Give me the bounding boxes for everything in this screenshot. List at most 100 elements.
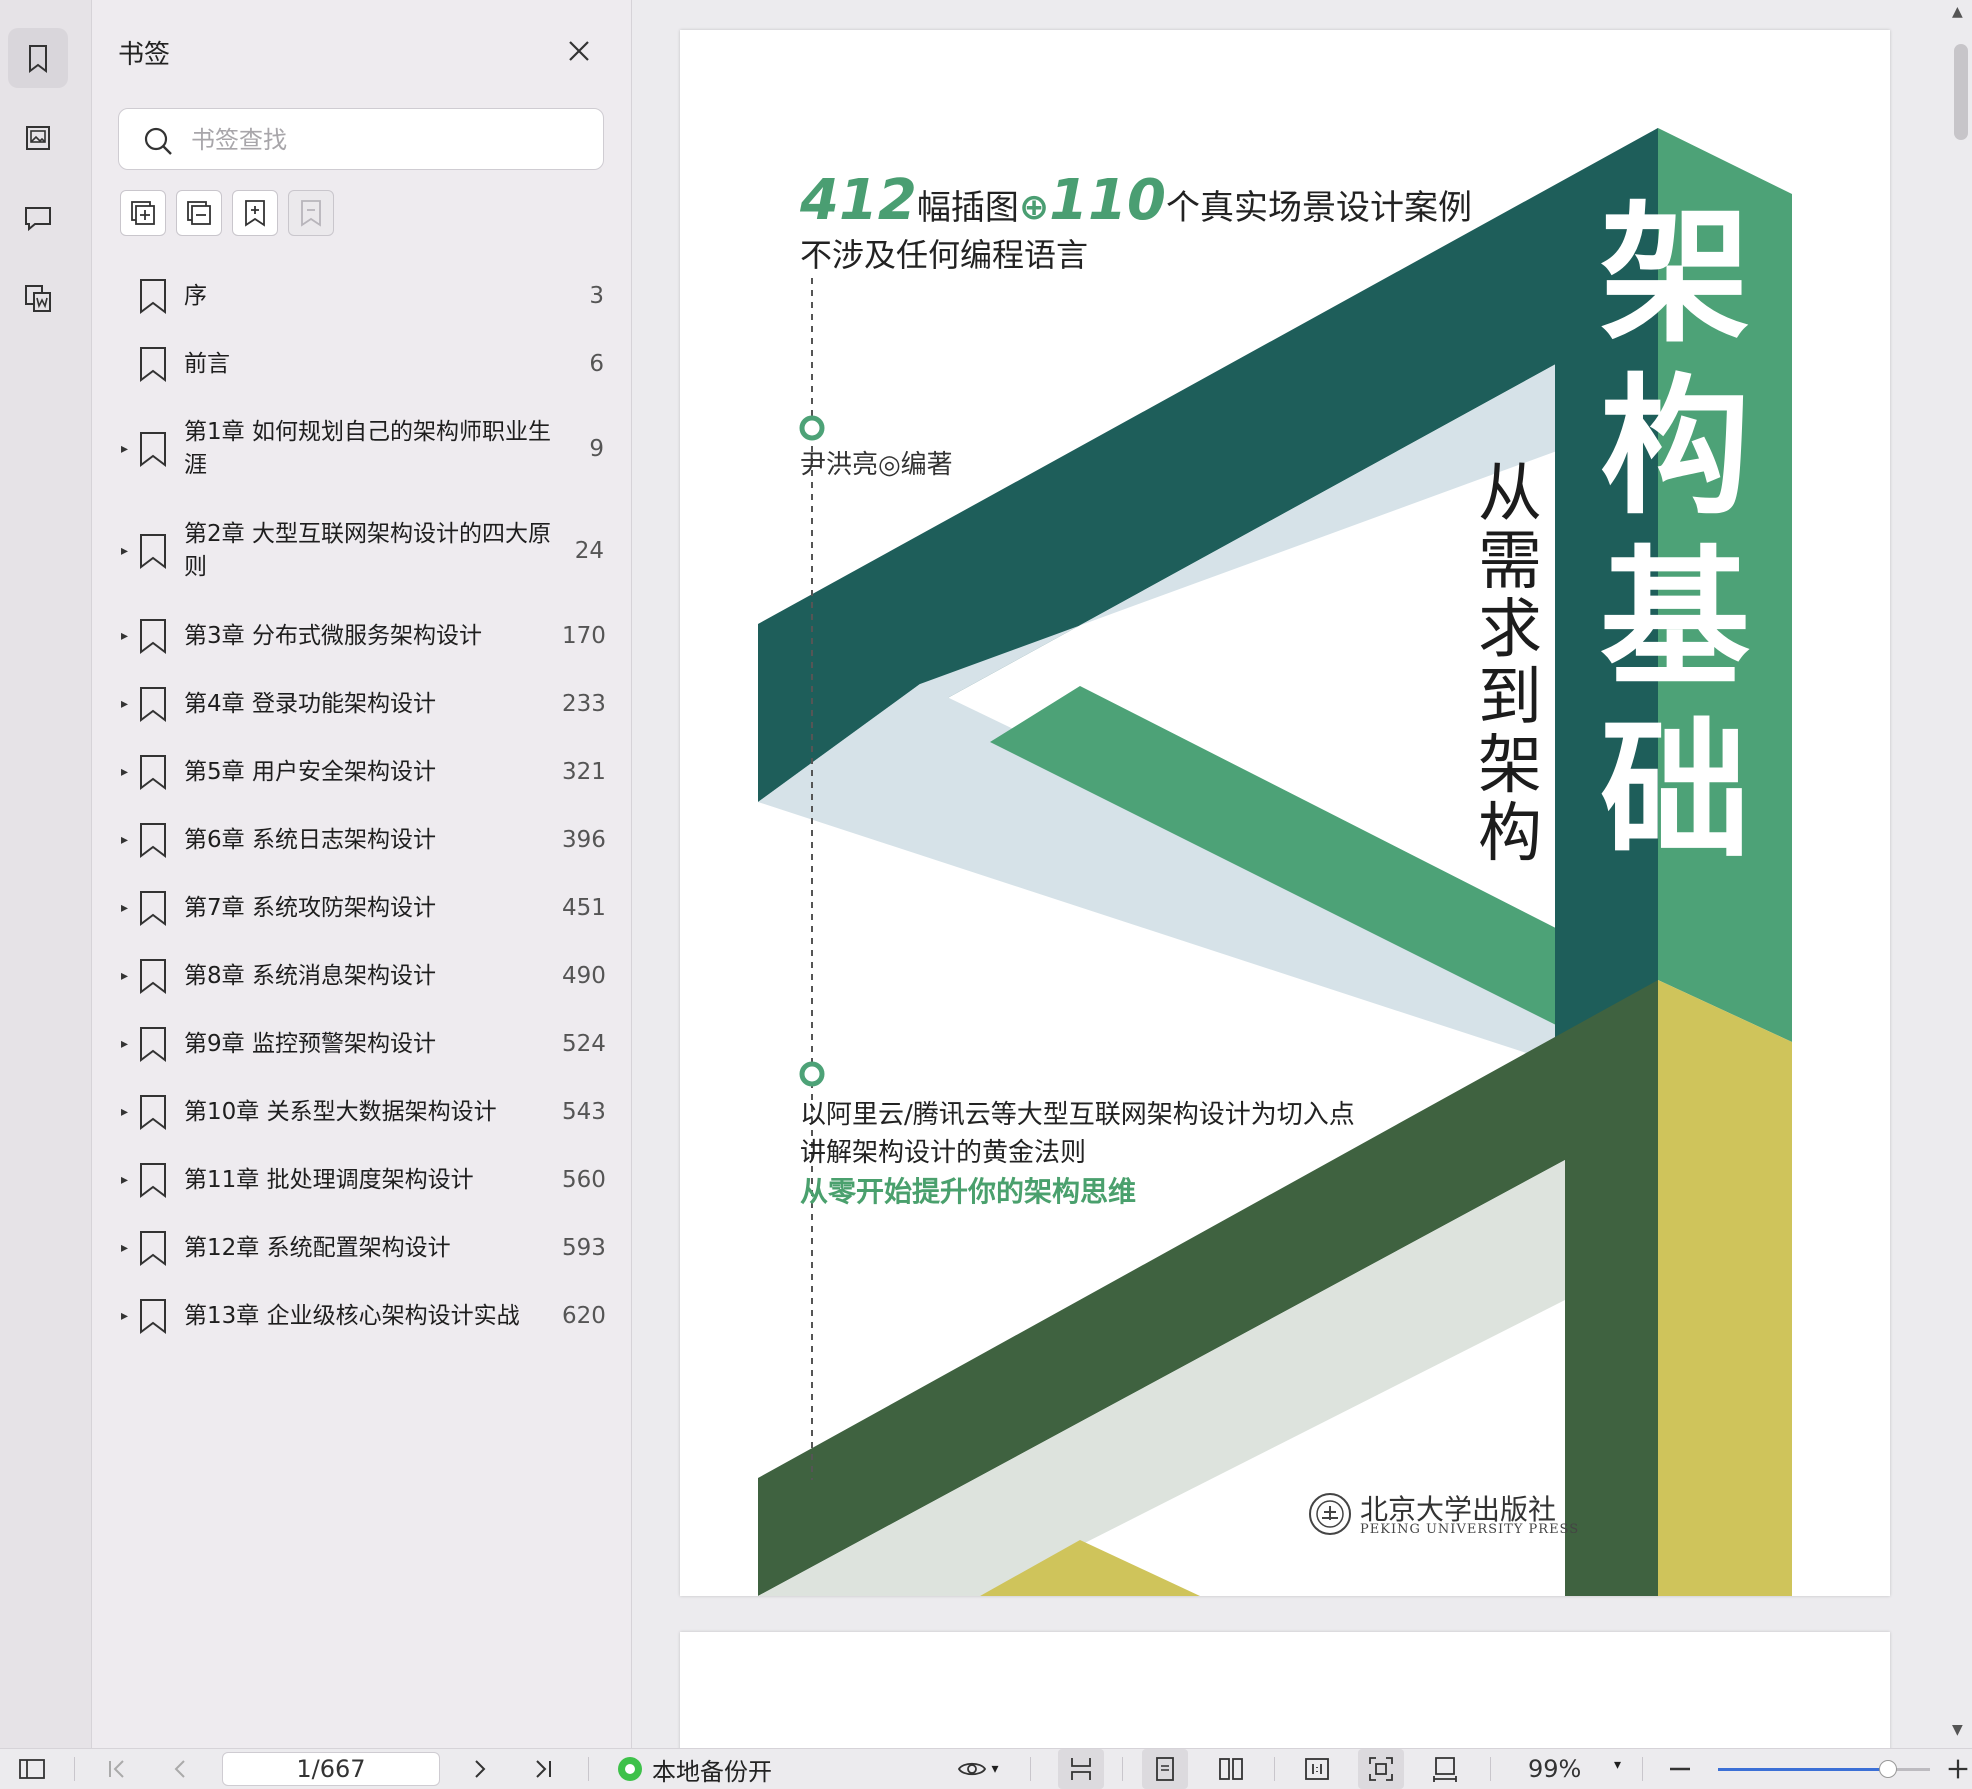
collapse-all-icon [187, 201, 211, 225]
bookmark-icon [140, 891, 166, 926]
fit-page-button[interactable] [1358, 1749, 1404, 1789]
bookmark-label: 第13章 企业级核心架构设计实战 [184, 1302, 520, 1329]
bookmark-item[interactable]: ▸ 第7章 系统攻防架构设计 451 [92, 874, 632, 942]
comment-icon [25, 207, 51, 232]
bookmark-page: 396 [562, 827, 606, 853]
toolbar-divider [1490, 1757, 1491, 1781]
bookmark-page: 620 [562, 1303, 606, 1329]
bookmark-icon [140, 619, 166, 654]
two-page-icon [1219, 1758, 1243, 1780]
scroll-up-icon[interactable]: ▲ [1952, 4, 1963, 20]
bookmark-item[interactable]: ▸ 第1章 如何规划自己的架构师职业生涯 9 [92, 398, 632, 500]
cover-stat1-number: 412 [800, 168, 917, 233]
bookmark-item[interactable]: ▸ 第6章 系统日志架构设计 396 [92, 806, 632, 874]
bookmark-label: 序 [184, 282, 207, 309]
continuous-page-icon [1071, 1758, 1091, 1780]
bookmark-page: 170 [562, 623, 606, 649]
close-icon[interactable] [562, 34, 596, 68]
expand-caret-icon[interactable]: ▸ [92, 832, 132, 848]
remove-bookmark-button[interactable] [288, 190, 334, 236]
view-mode-dropdown[interactable]: ▾ [948, 1749, 1008, 1789]
expand-caret-icon[interactable]: ▸ [92, 1240, 132, 1256]
single-page-button[interactable] [1142, 1749, 1188, 1789]
bookmark-item[interactable]: ▸ 第8章 系统消息架构设计 490 [92, 942, 632, 1010]
fit-width-button[interactable] [1422, 1749, 1468, 1789]
expand-caret-icon[interactable]: ▸ [92, 441, 132, 457]
zoom-dropdown-icon[interactable]: ▾ [1614, 1757, 1621, 1773]
bookmark-item[interactable]: ▸ 第2章 大型互联网架构设计的四大原则 24 [92, 500, 632, 602]
expand-all-button[interactable] [120, 190, 166, 236]
bookmark-label: 第4章 登录功能架构设计 [184, 690, 436, 717]
scroll-down-icon[interactable]: ▼ [1952, 1722, 1963, 1738]
bookmark-icon [140, 1163, 166, 1198]
bookmark-item[interactable]: ▸ 第12章 系统配置架构设计 593 [92, 1214, 632, 1282]
cover-stat2-number: 110 [1049, 168, 1166, 233]
bookmark-item[interactable]: ▸ 第9章 监控预警架构设计 524 [92, 1010, 632, 1078]
comment-panel-button[interactable] [8, 188, 68, 248]
zoom-slider[interactable] [1718, 1760, 1930, 1778]
expand-caret-icon[interactable]: ▸ [92, 968, 132, 984]
bookmark-search-box [118, 108, 604, 170]
bookmark-item[interactable]: 前言 6 [92, 330, 632, 398]
toggle-sidebar-button[interactable] [12, 1749, 52, 1789]
bookmark-page: 6 [589, 351, 604, 377]
scroll-thumb[interactable] [1954, 44, 1968, 140]
bookmark-icon [140, 959, 166, 994]
expand-caret-icon[interactable]: ▸ [92, 1172, 132, 1188]
page-number-input[interactable] [222, 1752, 440, 1786]
eye-icon [958, 1762, 987, 1776]
bookmark-icon [140, 432, 166, 467]
convert-panel-button[interactable] [8, 268, 68, 328]
plus-icon [1948, 1759, 1968, 1779]
prev-page-button[interactable] [162, 1749, 198, 1789]
zoom-level[interactable]: 99% [1528, 1749, 1581, 1789]
expand-caret-icon[interactable]: ▸ [92, 696, 132, 712]
bookmark-icon [140, 1231, 166, 1266]
bookmark-item[interactable]: ▸ 第3章 分布式微服务架构设计 170 [92, 602, 632, 670]
bookmark-panel-button[interactable] [8, 28, 68, 88]
add-bookmark-button[interactable] [232, 190, 278, 236]
bookmark-item[interactable]: ▸ 第4章 登录功能架构设计 233 [92, 670, 632, 738]
bookmark-item[interactable]: ▸ 第5章 用户安全架构设计 321 [92, 738, 632, 806]
bookmark-item[interactable]: ▸ 第11章 批处理调度架构设计 560 [92, 1146, 632, 1214]
pdf-page-cover: 412幅插图⊕110个真实场景设计案例 不涉及任何编程语言 尹洪亮◎编著 以阿里… [680, 30, 1890, 1596]
cover-description-3: 从零开始提升你的架构思维 [800, 1175, 1137, 1208]
bookmark-item[interactable]: ▸ 第10章 关系型大数据架构设计 543 [92, 1078, 632, 1146]
actual-size-button[interactable] [1294, 1749, 1340, 1789]
next-page-button[interactable] [462, 1749, 498, 1789]
cover-stat2-text: 个真实场景设计案例 [1165, 188, 1472, 228]
expand-caret-icon[interactable]: ▸ [92, 764, 132, 780]
minus-icon [1670, 1767, 1690, 1771]
zoom-slider-handle[interactable] [1878, 1760, 1897, 1778]
fit-page-icon [1369, 1757, 1393, 1781]
zoom-out-button[interactable] [1662, 1749, 1698, 1789]
bookmark-item[interactable]: ▸ 第13章 企业级核心架构设计实战 620 [92, 1282, 632, 1350]
thumbnail-panel-button[interactable] [8, 108, 68, 168]
vertical-scrollbar[interactable]: ▲ ▼ [1942, 0, 1972, 1748]
cover-title: 架构基础 [1599, 189, 1750, 879]
add-bookmark-icon [245, 200, 265, 227]
expand-caret-icon[interactable]: ▸ [92, 1308, 132, 1324]
bookmark-page: 3 [589, 283, 604, 309]
two-page-button[interactable] [1208, 1749, 1254, 1789]
cover-description-2: 讲解架构设计的黄金法则 [800, 1138, 1087, 1168]
bookmark-panel: 书签 序 3 前言 6 ▸ 第1章 如何规划自己的架构师职业生涯 [92, 0, 632, 1748]
expand-caret-icon[interactable]: ▸ [92, 900, 132, 916]
expand-caret-icon[interactable]: ▸ [92, 628, 132, 644]
toolbar-divider [1122, 1757, 1123, 1781]
first-page-button[interactable] [98, 1749, 134, 1789]
bookmark-icon [140, 347, 166, 382]
bookmark-page: 451 [562, 895, 606, 921]
bookmark-icon [140, 687, 166, 722]
collapse-all-button[interactable] [176, 190, 222, 236]
expand-caret-icon[interactable]: ▸ [92, 1036, 132, 1052]
document-view[interactable]: 412幅插图⊕110个真实场景设计案例 不涉及任何编程语言 尹洪亮◎编著 以阿里… [632, 0, 1972, 1772]
bookmark-item[interactable]: 序 3 [92, 262, 632, 330]
expand-caret-icon[interactable]: ▸ [92, 1104, 132, 1120]
expand-caret-icon[interactable]: ▸ [92, 543, 132, 559]
bookmark-search-input[interactable] [189, 119, 589, 161]
last-page-button[interactable] [526, 1749, 562, 1789]
continuous-scroll-button[interactable] [1058, 1749, 1104, 1789]
local-backup-toggle[interactable]: 本地备份开 [618, 1749, 772, 1789]
zoom-in-button[interactable] [1944, 1749, 1972, 1789]
